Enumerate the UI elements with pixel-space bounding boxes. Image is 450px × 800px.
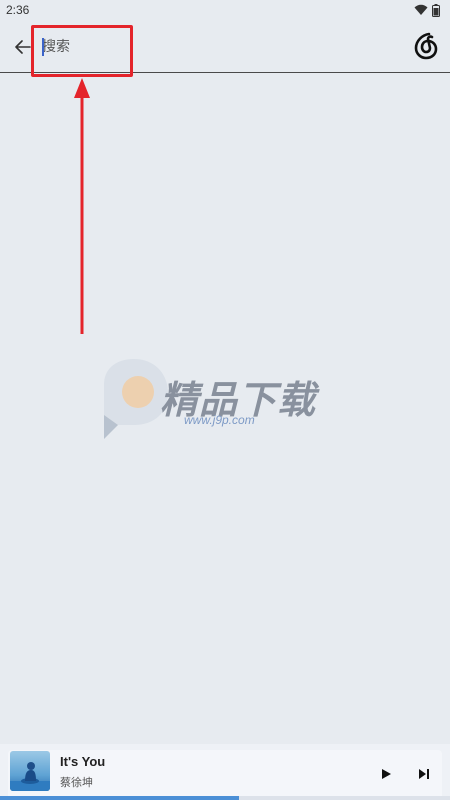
battery-icon <box>432 3 440 17</box>
album-art-image <box>10 751 50 791</box>
netease-music-logo-icon <box>414 32 438 60</box>
track-artist: 蔡徐坤 <box>60 776 93 789</box>
watermark: 精品下载 www.j9p.com <box>96 355 356 445</box>
annotation-highlight-box <box>31 25 133 77</box>
status-time: 2:36 <box>6 3 30 17</box>
app-logo-button[interactable] <box>412 31 440 61</box>
arrow-left-icon <box>15 40 31 54</box>
wifi-icon <box>414 4 428 15</box>
album-art[interactable] <box>10 751 50 791</box>
status-icons <box>414 3 440 17</box>
skip-next-icon <box>419 769 429 779</box>
annotation-arrow <box>74 78 90 334</box>
status-bar: 2:36 <box>0 0 450 20</box>
play-button[interactable] <box>376 764 396 784</box>
playback-progress[interactable] <box>0 796 450 800</box>
play-icon <box>382 769 391 779</box>
playback-progress-fill <box>0 796 239 800</box>
track-title: It's You <box>60 754 106 769</box>
next-button[interactable] <box>414 764 434 784</box>
watermark-url: www.j9p.com <box>184 413 255 427</box>
